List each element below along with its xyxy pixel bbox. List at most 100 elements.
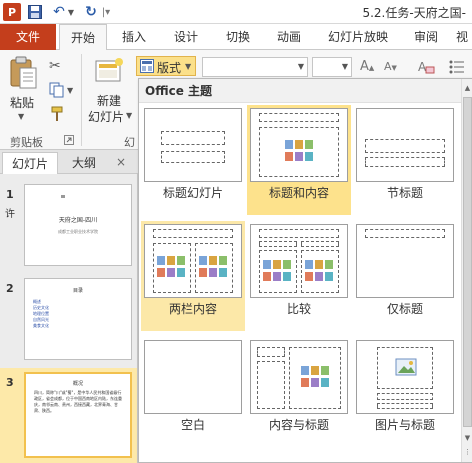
layout-thumbnail bbox=[356, 108, 454, 182]
slide-thumbnail-2[interactable]: 目录 概述 历史文化 地理位置 自然风光 美食文化 bbox=[24, 278, 132, 360]
font-size-field[interactable]: ▼ bbox=[312, 57, 352, 77]
undo-icon[interactable]: ↶ bbox=[51, 3, 67, 21]
paste-dropdown-icon[interactable]: ▼ bbox=[18, 112, 24, 121]
placeholder-box bbox=[377, 393, 433, 400]
tab-transitions[interactable]: 切换 bbox=[216, 24, 260, 50]
slides-pane-tabs: 幻灯片 大纲 × bbox=[0, 150, 138, 174]
placeholder-box bbox=[377, 403, 433, 409]
placeholder-box bbox=[259, 113, 339, 122]
scrollbar-thumb[interactable] bbox=[463, 97, 472, 427]
new-slide-label-line2[interactable]: 幻灯片 bbox=[88, 108, 124, 125]
tab-design[interactable]: 设计 bbox=[164, 24, 208, 50]
slide-body-text: 四川，简称"川"或"蜀"，是中华人民共和国省级行政区，省会成都，位于中国西南地区… bbox=[34, 390, 122, 413]
tab-slideshow[interactable]: 幻灯片放映 bbox=[318, 24, 398, 50]
layout-title-slide[interactable]: 标题幻灯片 bbox=[141, 105, 245, 215]
layout-icon bbox=[140, 59, 154, 73]
content-icons bbox=[301, 366, 331, 388]
format-painter-icon[interactable] bbox=[49, 106, 65, 122]
gallery-header: Office 主题 bbox=[139, 79, 461, 103]
slide-note-mark: 许 bbox=[5, 209, 15, 220]
list-item: 美食文化 bbox=[33, 323, 49, 328]
paste-icon[interactable] bbox=[8, 56, 38, 90]
tab-slides[interactable]: 幻灯片 bbox=[2, 152, 58, 174]
undo-dropdown-icon[interactable]: ▼ bbox=[67, 3, 75, 21]
slide-thumbnail-3[interactable]: 概况 四川，简称"川"或"蜀"，是中华人民共和国省级行政区，省会成都，位于中国西… bbox=[24, 372, 132, 458]
clipboard-group-label: 剪贴板 bbox=[10, 136, 43, 149]
placeholder-box bbox=[259, 241, 297, 247]
clipboard-launcher-icon[interactable] bbox=[64, 134, 74, 145]
title-bar: P ↶ ▼ ↻ |▾ 5.2.任务-天府之国- bbox=[0, 0, 472, 24]
font-name-dropdown-icon: ▼ bbox=[297, 62, 304, 71]
layout-name: 两栏内容 bbox=[168, 302, 217, 316]
content-icons bbox=[157, 256, 187, 278]
customize-toolbar-icon[interactable]: |▾ bbox=[101, 3, 111, 21]
layout-blank[interactable]: 空白 bbox=[141, 337, 245, 447]
tab-view[interactable]: 视 bbox=[452, 24, 472, 50]
save-icon[interactable] bbox=[27, 3, 43, 21]
placeholder-box bbox=[259, 229, 339, 238]
paste-button-label[interactable]: 粘贴 bbox=[10, 94, 34, 111]
layout-thumbnail bbox=[250, 108, 348, 182]
slide-subtitle: 成都工业职业技术学院 bbox=[58, 229, 98, 234]
redo-icon[interactable]: ↻ bbox=[83, 3, 99, 21]
layout-title-and-content[interactable]: 标题和内容 bbox=[247, 105, 351, 215]
tab-review[interactable]: 审阅 bbox=[405, 24, 447, 50]
new-slide-dropdown-icon[interactable]: ▼ bbox=[126, 111, 132, 120]
close-pane-icon[interactable]: × bbox=[116, 155, 126, 169]
group-separator bbox=[81, 54, 82, 146]
layout-name: 空白 bbox=[180, 418, 205, 432]
clear-format-icon[interactable]: A bbox=[416, 58, 436, 76]
new-slide-label[interactable]: 新建 bbox=[97, 92, 121, 109]
font-name-field[interactable]: ▼ bbox=[202, 57, 308, 77]
slides-pane: 幻灯片 大纲 × 1 许 天府之国-四川 成都工业职业技术学院 2 目录 概述 … bbox=[0, 150, 138, 463]
layout-dropdown-icon: ▼ bbox=[185, 62, 192, 71]
copy-icon[interactable] bbox=[49, 82, 65, 98]
slide-toc-list: 概述 历史文化 地理位置 自然风光 美食文化 bbox=[33, 299, 49, 329]
tab-insert[interactable]: 插入 bbox=[112, 24, 156, 50]
slide-title: 概况 bbox=[72, 381, 83, 387]
slide-number: 3 bbox=[6, 376, 14, 389]
content-icons bbox=[199, 256, 229, 278]
tab-outline[interactable]: 大纲 bbox=[62, 152, 106, 174]
powerpoint-app-icon[interactable]: P bbox=[3, 3, 21, 21]
placeholder-box bbox=[257, 361, 285, 409]
cut-icon[interactable]: ✂ bbox=[49, 58, 65, 74]
ribbon-tabs: 文件 开始 插入 设计 切换 动画 幻灯片放映 审阅 视 bbox=[0, 24, 472, 51]
slide-thumbnail-1[interactable]: 天府之国-四川 成都工业职业技术学院 bbox=[24, 184, 132, 266]
layout-section-header[interactable]: 节标题 bbox=[353, 105, 457, 215]
layout-comparison[interactable]: 比较 bbox=[247, 221, 351, 331]
layout-thumbnail bbox=[356, 224, 454, 298]
slide-title: 目录 bbox=[72, 288, 83, 294]
content-icons bbox=[285, 140, 315, 162]
grow-font-icon[interactable]: A▲ bbox=[360, 59, 374, 74]
tab-animations[interactable]: 动画 bbox=[266, 24, 312, 50]
new-slide-icon[interactable] bbox=[94, 56, 124, 86]
copy-dropdown-icon[interactable]: ▼ bbox=[67, 86, 73, 95]
shrink-font-icon[interactable]: A▼ bbox=[384, 60, 397, 73]
scroll-up-icon[interactable]: ▲ bbox=[462, 81, 472, 95]
tab-file[interactable]: 文件 bbox=[0, 24, 56, 50]
placeholder-box bbox=[365, 139, 445, 153]
layout-picture-with-caption[interactable]: 图片与标题 bbox=[353, 337, 457, 447]
layout-thumbnail bbox=[144, 224, 242, 298]
bullets-icon[interactable] bbox=[448, 58, 466, 76]
font-size-dropdown-icon: ▼ bbox=[341, 62, 348, 71]
slides-group-label: 幻 bbox=[124, 136, 135, 149]
window-title: 5.2.任务-天府之国- bbox=[362, 6, 466, 20]
layout-content-with-caption[interactable]: 内容与标题 bbox=[247, 337, 351, 447]
tab-home[interactable]: 开始 bbox=[59, 24, 107, 51]
content-icons bbox=[263, 260, 293, 282]
resize-grip-icon[interactable]: ⋮ bbox=[462, 445, 472, 459]
layout-two-content[interactable]: 两栏内容 bbox=[141, 221, 245, 331]
gallery-scrollbar[interactable]: ▲ ▼ ⋮ bbox=[461, 79, 472, 462]
layout-title-only[interactable]: 仅标题 bbox=[353, 221, 457, 331]
layout-button[interactable]: 版式 ▼ bbox=[136, 56, 196, 76]
layout-name: 仅标题 bbox=[386, 302, 423, 316]
slide-decoration bbox=[61, 195, 65, 198]
layout-thumbnail bbox=[250, 340, 348, 414]
scroll-down-icon[interactable]: ▼ bbox=[462, 431, 472, 445]
layout-name: 比较 bbox=[286, 302, 311, 316]
placeholder-box bbox=[365, 157, 445, 167]
layout-name: 标题和内容 bbox=[268, 186, 329, 200]
layout-thumbnail bbox=[356, 340, 454, 414]
